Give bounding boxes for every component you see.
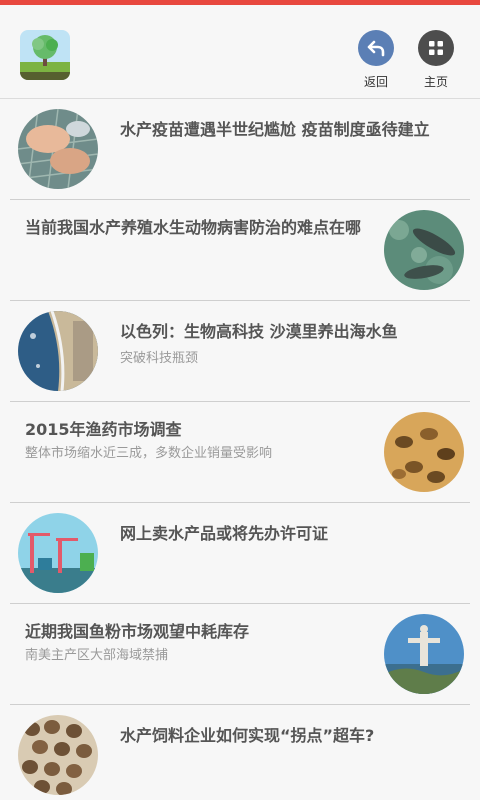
article-title: 水产疫苗遭遇半世纪尴尬 疫苗制度亟待建立	[120, 120, 430, 139]
back-button[interactable]: 返回	[351, 30, 401, 100]
article-thumbnail	[18, 513, 98, 593]
back-label: 返回	[363, 75, 388, 89]
article-title: 网上卖水产品或将先办许可证	[120, 524, 329, 543]
home-button[interactable]: 主页	[411, 30, 461, 100]
article-thumbnail	[384, 614, 464, 694]
app-logo	[20, 30, 70, 80]
article-item[interactable]: 2015年渔药市场调查 整体市场缩水近三成，多数企业销量受影响	[10, 402, 470, 503]
article-thumbnail	[384, 210, 464, 290]
article-subtitle: 整体市场缩水近三成，多数企业销量受影响	[25, 446, 273, 461]
article-title: 当前我国水产养殖水生动物病害防治的难点在哪	[25, 218, 362, 237]
article-item[interactable]: 水产疫苗遭遇半世纪尴尬 疫苗制度亟待建立	[10, 99, 470, 200]
article-item[interactable]: 水产饲料企业如何实现“拐点”超车?	[10, 705, 470, 800]
article-subtitle: 突破科技瓶颈	[120, 351, 199, 366]
article-subtitle: 南美主产区大部海域禁捕	[25, 648, 169, 663]
article-item[interactable]: 当前我国水产养殖水生动物病害防治的难点在哪	[10, 200, 470, 301]
grid-icon	[418, 30, 454, 66]
article-item[interactable]: 以色列：生物高科技 沙漠里养出海水鱼 突破科技瓶颈	[10, 301, 470, 402]
article-title: 近期我国鱼粉市场观望中耗库存	[25, 622, 250, 641]
article-item[interactable]: 近期我国鱼粉市场观望中耗库存 南美主产区大部海域禁捕	[10, 604, 470, 705]
app-header: 返回 主页	[0, 5, 480, 99]
article-thumbnail	[18, 311, 98, 391]
article-thumbnail	[384, 412, 464, 492]
article-thumbnail	[18, 715, 98, 795]
article-thumbnail	[18, 109, 98, 189]
home-label: 主页	[423, 75, 448, 89]
article-item[interactable]: 网上卖水产品或将先办许可证	[10, 503, 470, 604]
article-title: 以色列：生物高科技 沙漠里养出海水鱼	[120, 322, 398, 341]
article-title: 2015年渔药市场调查	[25, 420, 182, 439]
article-title: 水产饲料企业如何实现“拐点”超车?	[120, 726, 375, 745]
back-arrow-icon	[358, 30, 394, 66]
